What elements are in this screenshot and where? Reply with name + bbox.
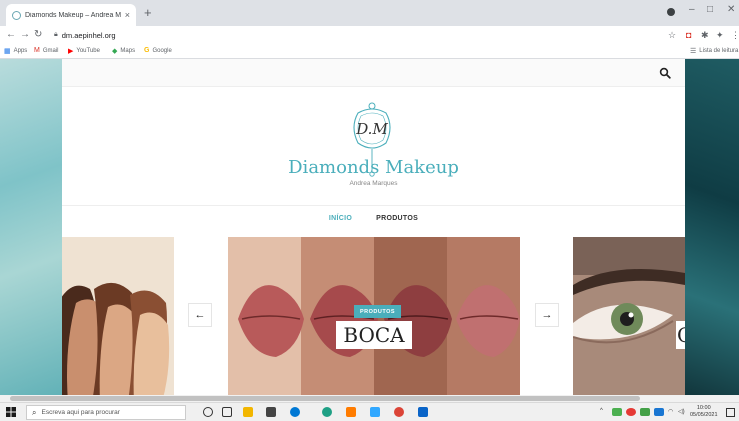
browser-toolbar: ← → ↻ 🔒︎ dm.aepinhel.org ☆ ◘ ✱ ✦ ⋮ bbox=[0, 26, 739, 44]
extension-shield-icon[interactable]: ◘ bbox=[686, 29, 691, 41]
tray-chevron-icon[interactable]: ^ bbox=[600, 408, 603, 414]
windows-taskbar: ⌕ Escreva aqui para procurar ^ ◠ ◁) 10:0… bbox=[0, 402, 739, 421]
maps-icon: ◆ bbox=[112, 48, 118, 55]
header-divider bbox=[62, 205, 685, 206]
lips-photo-image bbox=[228, 237, 520, 402]
carousel-slide-next[interactable] bbox=[573, 237, 685, 402]
eye-photo-image bbox=[573, 237, 685, 402]
slide-title[interactable]: BOCA bbox=[336, 321, 412, 349]
page-viewport: D.M Diamonds Makeup Andrea Marques INÍCI… bbox=[0, 59, 739, 402]
bookmark-star-icon[interactable]: ☆ bbox=[668, 29, 676, 41]
bookmark-label: Google bbox=[152, 47, 172, 54]
gmail-icon: M bbox=[34, 47, 40, 54]
tab-close-icon[interactable]: × bbox=[125, 10, 130, 20]
forward-arrow-icon[interactable]: → bbox=[20, 28, 30, 42]
background-left-watercolor bbox=[0, 59, 62, 402]
nav-item-produtos[interactable]: PRODUTOS bbox=[376, 215, 418, 222]
site-top-strip bbox=[62, 59, 685, 87]
new-tab-button[interactable]: + bbox=[144, 5, 152, 21]
window-close-icon[interactable]: ✕ bbox=[727, 4, 735, 15]
nav-item-inicio[interactable]: INÍCIO bbox=[329, 215, 352, 222]
reading-list[interactable]: ☰ Lista de leitura bbox=[690, 47, 739, 55]
tray-app-icon[interactable] bbox=[612, 408, 622, 416]
taskbar-search-placeholder: Escreva aqui para procurar bbox=[41, 409, 120, 416]
illustration-women-image bbox=[62, 237, 174, 402]
store-icon[interactable] bbox=[266, 407, 276, 417]
maximize-icon[interactable]: □ bbox=[707, 4, 713, 15]
bookmarks-bar: ▦ Apps M Gmail ▶ YouTube ◆ Maps G Google… bbox=[0, 44, 739, 59]
carousel-prev-button[interactable]: ← bbox=[188, 303, 212, 327]
clock-date: 05/05/2021 bbox=[690, 412, 718, 418]
wifi-icon[interactable]: ◠ bbox=[668, 408, 673, 415]
chrome-icon[interactable] bbox=[394, 407, 404, 417]
clock-time: 10:00 bbox=[696, 405, 711, 411]
windows-start-icon[interactable] bbox=[6, 407, 16, 417]
volume-icon[interactable]: ◁) bbox=[678, 408, 685, 415]
bookmark-google[interactable]: G Google bbox=[144, 47, 172, 54]
bookmark-label: Maps bbox=[120, 48, 136, 54]
extensions-puzzle-icon[interactable]: ✦ bbox=[716, 29, 724, 41]
carousel-slide-previous[interactable] bbox=[62, 237, 174, 402]
main-nav: INÍCIO PRODUTOS bbox=[62, 215, 685, 222]
apps-grid-icon: ▦ bbox=[4, 48, 11, 55]
minimize-icon[interactable]: – bbox=[689, 4, 695, 15]
illustrator-icon[interactable] bbox=[346, 407, 356, 417]
tab-title: Diamonds Makeup – Andrea Ma bbox=[25, 11, 121, 19]
file-explorer-icon[interactable] bbox=[243, 407, 253, 417]
extension-paw-icon[interactable]: ✱ bbox=[701, 29, 709, 41]
menu-kebab-icon[interactable]: ⋮ bbox=[731, 29, 739, 41]
outlook-icon[interactable] bbox=[418, 407, 428, 417]
reading-list-label: Lista de leitura bbox=[699, 48, 739, 54]
taskbar-search-box[interactable]: ⌕ Escreva aqui para procurar bbox=[26, 405, 186, 420]
bookmark-label: Apps bbox=[13, 48, 28, 54]
youtube-icon: ▶ bbox=[68, 48, 74, 55]
background-right-watercolor bbox=[685, 59, 739, 402]
horizontal-scrollbar[interactable] bbox=[0, 395, 739, 402]
address-bar[interactable]: 🔒︎ dm.aepinhel.org bbox=[54, 28, 654, 42]
site-favicon-icon bbox=[12, 10, 21, 20]
tray-antivirus-icon[interactable] bbox=[626, 408, 636, 416]
account-icon[interactable] bbox=[667, 8, 675, 16]
skype-icon[interactable] bbox=[290, 407, 300, 417]
search-icon: ⌕ bbox=[32, 407, 37, 417]
bookmark-youtube[interactable]: ▶ YouTube bbox=[68, 47, 100, 55]
carousel-slide-current[interactable] bbox=[228, 237, 520, 402]
photoshop-icon[interactable] bbox=[370, 407, 380, 417]
taskbar-clock[interactable]: 10:00 05/05/2021 bbox=[690, 405, 718, 419]
reload-icon[interactable]: ↻ bbox=[34, 28, 42, 42]
url-text: dm.aepinhel.org bbox=[61, 30, 116, 40]
site-title[interactable]: Diamonds Makeup bbox=[62, 157, 685, 178]
edge-icon[interactable] bbox=[322, 407, 332, 417]
browser-tab[interactable]: Diamonds Makeup – Andrea Ma × bbox=[6, 4, 136, 26]
scrollbar-thumb[interactable] bbox=[10, 396, 640, 401]
back-arrow-icon[interactable]: ← bbox=[6, 28, 16, 42]
browser-tab-bar: Diamonds Makeup – Andrea Ma × + – □ ✕ bbox=[0, 0, 739, 26]
bookmark-label: Gmail bbox=[42, 47, 59, 54]
bookmark-gmail[interactable]: M Gmail bbox=[34, 47, 59, 54]
site-tagline: Andrea Marques bbox=[349, 180, 398, 187]
notifications-icon[interactable] bbox=[726, 408, 735, 417]
lock-icon: 🔒︎ bbox=[54, 31, 58, 38]
carousel-next-button[interactable]: → bbox=[535, 303, 559, 327]
cortana-icon[interactable] bbox=[203, 407, 213, 417]
next-slide-title-peek[interactable]: O bbox=[676, 321, 685, 349]
bookmark-apps[interactable]: ▦ Apps bbox=[4, 47, 27, 55]
tray-sync-icon[interactable] bbox=[654, 408, 664, 416]
task-view-icon[interactable] bbox=[222, 407, 232, 417]
search-icon[interactable] bbox=[659, 67, 671, 79]
reading-list-icon: ☰ bbox=[690, 48, 697, 55]
slide-category-badge[interactable]: PRODUTOS bbox=[354, 305, 402, 318]
bookmark-maps[interactable]: ◆ Maps bbox=[112, 47, 135, 55]
bookmark-label: YouTube bbox=[76, 48, 100, 54]
tray-network-app-icon[interactable] bbox=[640, 408, 650, 416]
site-container: D.M Diamonds Makeup Andrea Marques INÍCI… bbox=[62, 59, 685, 402]
google-icon: G bbox=[144, 47, 150, 54]
logo-monogram: D.M bbox=[355, 120, 388, 138]
